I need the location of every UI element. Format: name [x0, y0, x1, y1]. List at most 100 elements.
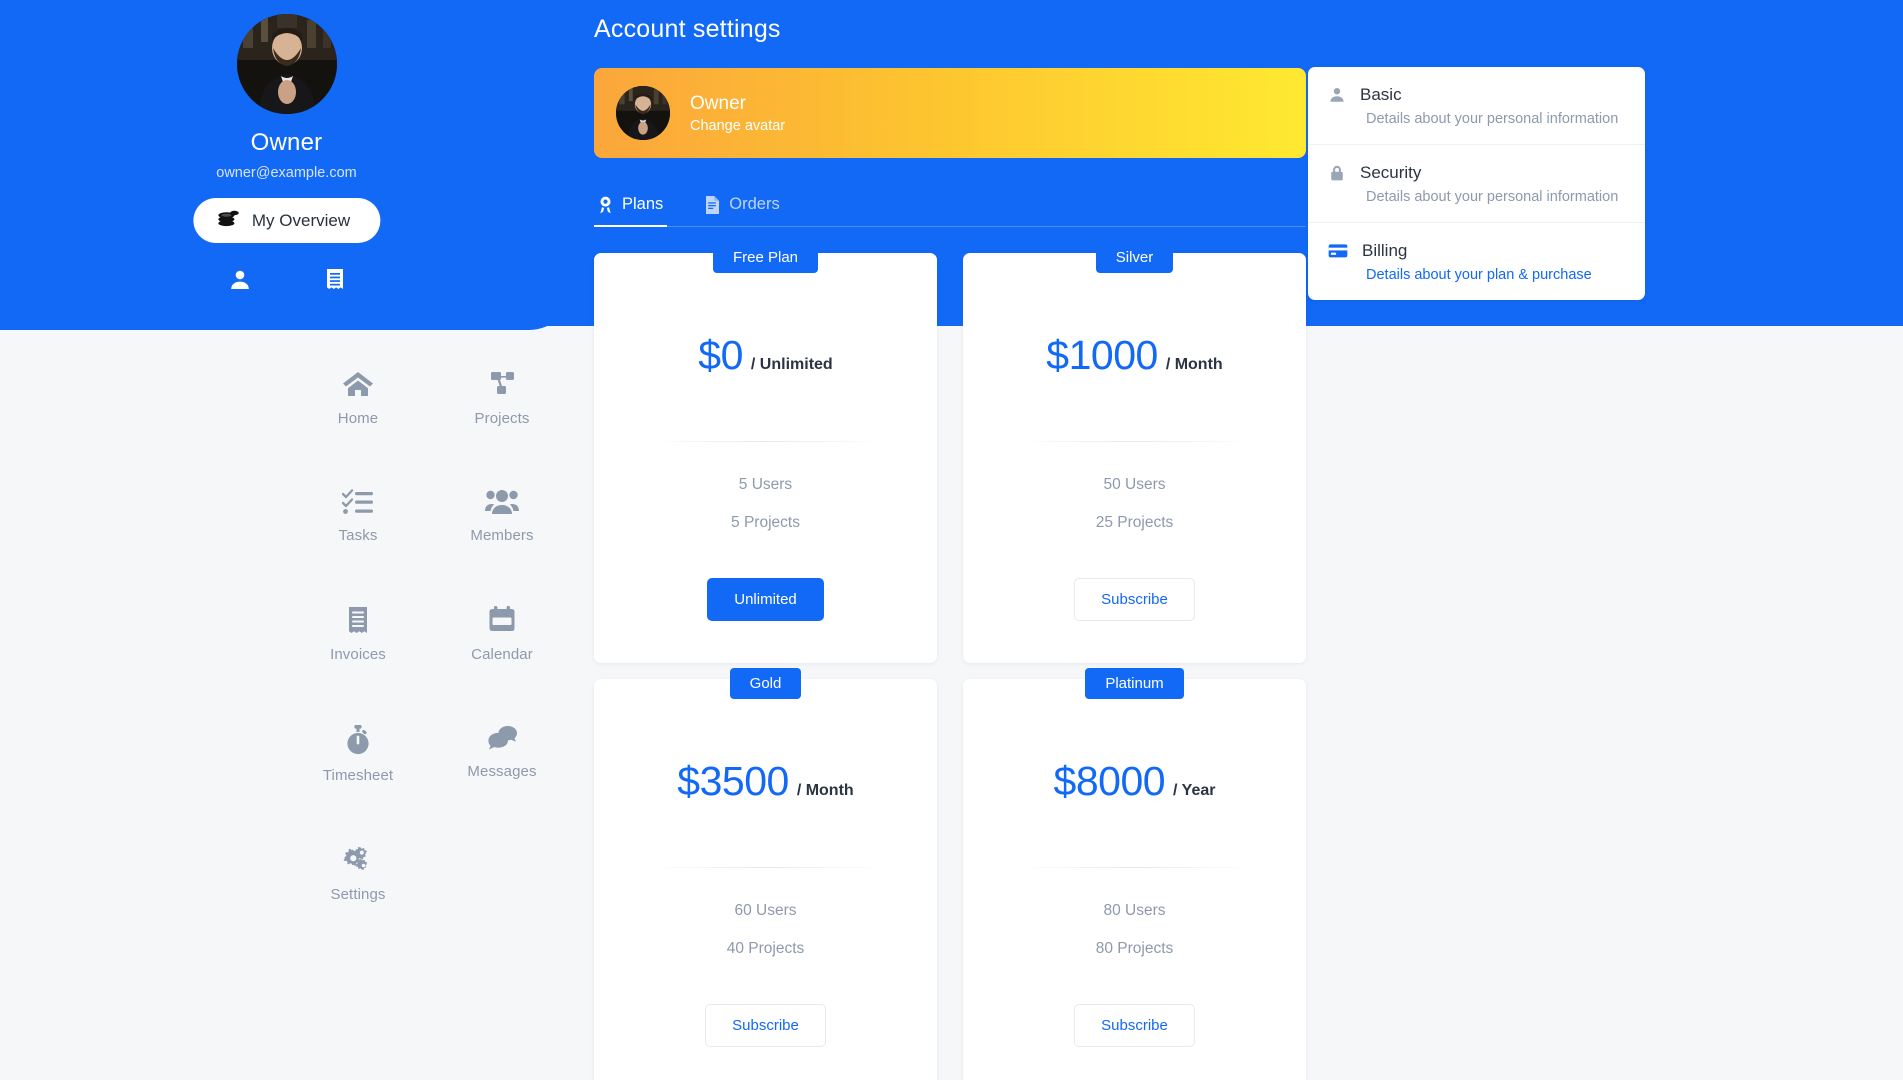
- sidebar-item-label: Members: [470, 527, 534, 544]
- settings-row-head: Basic: [1328, 85, 1625, 105]
- app-root: Owner owner@example.com My Overview Home…: [0, 0, 1903, 1080]
- sidebar-item-label: Home: [337, 410, 379, 427]
- owner-banner-name: Owner: [690, 92, 746, 114]
- stopwatch-icon: [345, 725, 371, 755]
- tab-orders[interactable]: Orders: [701, 195, 783, 226]
- plan-card: Gold $3500 / Month 60 Users 40 Projects …: [594, 668, 937, 1080]
- sidebar-item-label: Invoices: [330, 646, 386, 663]
- plan-action-button[interactable]: Subscribe: [1074, 578, 1195, 621]
- tab-bar: Plans Orders: [594, 195, 1306, 227]
- sidebar-item-calendar[interactable]: Calendar: [430, 606, 574, 663]
- sidebar-item-label: Timesheet: [322, 767, 394, 784]
- banner-avatar: [616, 86, 670, 140]
- settings-row-title: Billing: [1362, 241, 1408, 260]
- profile-name: Owner: [250, 129, 323, 156]
- lock-icon: [1328, 164, 1346, 182]
- profile-panel: Owner owner@example.com My Overview: [0, 0, 573, 330]
- sidebar-nav: Home Projects Tasks Members Invoices Cal…: [286, 370, 574, 903]
- divider: [649, 867, 882, 868]
- plan-card: Silver $1000 / Month 50 Users 25 Project…: [963, 242, 1306, 663]
- plan-features: 50 Users 25 Projects: [1096, 476, 1174, 532]
- sidebar-item-label: Tasks: [338, 527, 378, 544]
- plan-period: / Unlimited: [750, 356, 833, 373]
- change-avatar-link[interactable]: Change avatar: [690, 118, 785, 134]
- sidebar-item-members[interactable]: Members: [430, 489, 574, 544]
- plan-price: $0 / Unlimited: [698, 332, 832, 379]
- calendar-icon: [488, 606, 516, 634]
- my-overview-button[interactable]: My Overview: [192, 198, 381, 243]
- settings-row-billing[interactable]: Billing Details about your plan & purcha…: [1308, 223, 1645, 300]
- plan-projects: 40 Projects: [726, 940, 805, 957]
- plan-projects: 25 Projects: [1095, 514, 1174, 531]
- plan-action-button[interactable]: Subscribe: [705, 1004, 826, 1047]
- credit-card-icon: [1328, 243, 1348, 259]
- sidebar-item-messages[interactable]: Messages: [430, 725, 574, 784]
- sidebar-item-label: Calendar: [471, 646, 533, 663]
- divider: [1018, 441, 1251, 442]
- settings-row-head: Billing: [1328, 241, 1625, 261]
- plan-features: 5 Users 5 Projects: [731, 476, 800, 532]
- gears-icon: [342, 846, 374, 874]
- plan-action-button[interactable]: Subscribe: [1074, 1004, 1195, 1047]
- sidebar-item-label: Settings: [330, 886, 386, 903]
- plan-badge: Platinum: [1085, 668, 1184, 699]
- plan-amount: $1000: [1046, 332, 1158, 378]
- page-title: Account settings: [594, 15, 781, 43]
- sidebar-item-timesheet[interactable]: Timesheet: [286, 725, 430, 784]
- settings-row-title: Security: [1360, 163, 1422, 182]
- plans-grid: Free Plan $0 / Unlimited 5 Users 5 Proje…: [594, 242, 1306, 1080]
- plan-badge: Gold: [729, 668, 802, 699]
- settings-row-title: Basic: [1360, 85, 1402, 104]
- receipt-icon[interactable]: [324, 268, 346, 292]
- settings-row-head: Security: [1328, 163, 1625, 183]
- plan-badge: Free Plan: [712, 242, 819, 273]
- settings-row-security[interactable]: Security Details about your personal inf…: [1308, 145, 1645, 223]
- person-icon[interactable]: [228, 268, 252, 292]
- award-badge-icon: [598, 196, 613, 214]
- plan-users: 80 Users: [1103, 902, 1166, 919]
- sitemap-icon: [486, 370, 518, 398]
- profile-email: owner@example.com: [216, 165, 357, 181]
- plan-action-button[interactable]: Unlimited: [707, 578, 824, 621]
- comments-icon: [486, 725, 518, 751]
- sidebar-item-label: Messages: [467, 763, 537, 780]
- owner-banner-text: Owner Change avatar: [690, 92, 785, 135]
- plan-users: 50 Users: [1103, 476, 1166, 493]
- avatar: [236, 14, 337, 114]
- plan-amount: $8000: [1053, 758, 1166, 804]
- tab-label: Orders: [729, 195, 780, 213]
- sidebar-item-settings[interactable]: Settings: [286, 846, 430, 903]
- settings-row-basic[interactable]: Basic Details about your personal inform…: [1308, 67, 1645, 145]
- plan-amount: $3500: [677, 758, 789, 804]
- divider: [649, 441, 882, 442]
- tasks-checklist-icon: [341, 489, 374, 515]
- plan-card: Platinum $8000 / Year 80 Users 80 Projec…: [963, 668, 1306, 1080]
- owner-banner[interactable]: Owner Change avatar: [594, 68, 1306, 158]
- plan-projects: 80 Projects: [1095, 940, 1174, 957]
- sidebar-item-invoices[interactable]: Invoices: [286, 606, 430, 663]
- settings-row-desc: Details about your personal information: [1366, 111, 1619, 127]
- sidebar-item-projects[interactable]: Projects: [430, 370, 574, 427]
- plan-price: $3500 / Month: [677, 758, 853, 805]
- file-invoice-icon: [705, 195, 720, 214]
- plan-badge: Silver: [1095, 242, 1174, 273]
- sidebar-item-label: Projects: [474, 410, 530, 427]
- sidebar-item-home[interactable]: Home: [286, 370, 430, 427]
- plan-period: / Month: [1165, 356, 1223, 373]
- plan-users: 5 Users: [738, 476, 793, 493]
- settings-row-desc: Details about your personal information: [1366, 189, 1619, 205]
- settings-row-desc[interactable]: Details about your plan & purchase: [1366, 267, 1625, 283]
- settings-card: Basic Details about your personal inform…: [1308, 67, 1645, 300]
- plan-period: / Month: [796, 782, 854, 799]
- plan-projects: 5 Projects: [731, 514, 800, 531]
- person-icon: [1328, 86, 1346, 104]
- plan-features: 60 Users 40 Projects: [727, 902, 805, 958]
- tab-plans[interactable]: Plans: [594, 195, 668, 227]
- coins-stack-icon: [217, 209, 239, 232]
- sidebar-item-tasks[interactable]: Tasks: [286, 489, 430, 544]
- users-group-icon: [485, 489, 519, 515]
- main-content: Account settings Owner Change avatar Pla…: [594, 0, 1306, 1080]
- plan-amount: $0: [698, 332, 743, 378]
- my-overview-label: My Overview: [251, 210, 351, 230]
- tab-label: Plans: [622, 195, 664, 213]
